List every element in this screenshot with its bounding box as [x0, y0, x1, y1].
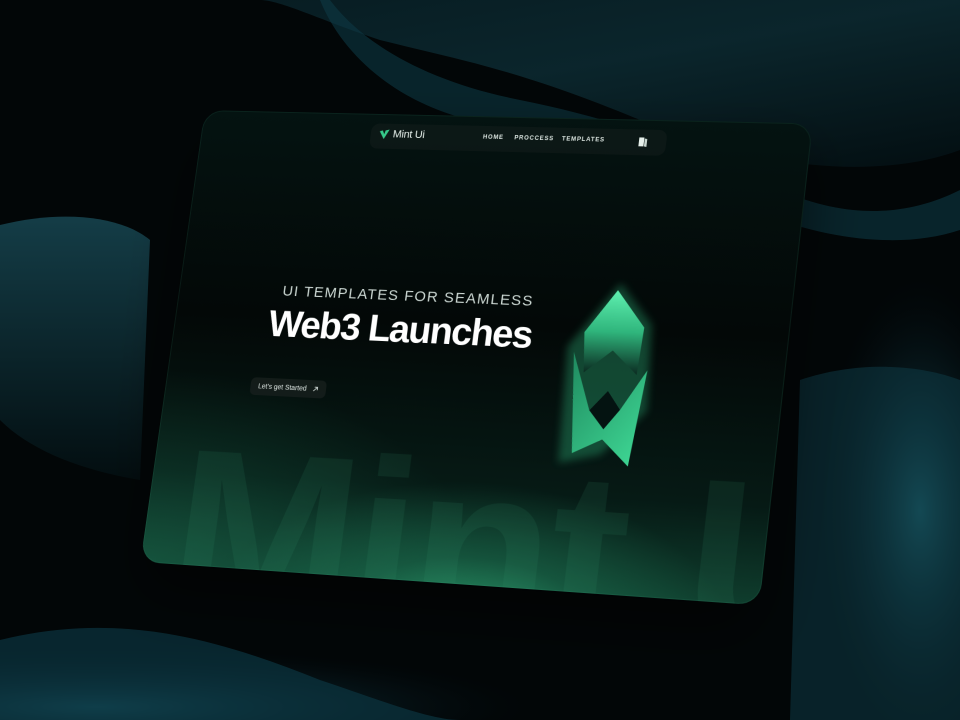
nav-link-home[interactable]: HOME	[483, 135, 505, 141]
brand-logo[interactable]: Mint Ui	[378, 128, 426, 142]
book-icon[interactable]	[637, 136, 648, 147]
mint-emblem-icon	[553, 281, 662, 468]
top-navigation-bar: Mint Ui HOME PROCCESS TEMPLATES	[368, 123, 668, 156]
get-started-button[interactable]: Let's get Started	[249, 377, 327, 399]
arrow-up-right-icon	[312, 386, 319, 392]
brand-name: Mint Ui	[392, 128, 426, 142]
website-mockup: Mint Ui Mint Ui HOME PROCCESS TEMPLATES …	[140, 110, 813, 606]
nav-link-proccess[interactable]: PROCCESS	[514, 135, 554, 142]
mint-leaf-icon	[378, 129, 390, 140]
hero-headline: Web3 Launches	[265, 303, 535, 357]
nav-link-templates[interactable]: TEMPLATES	[561, 137, 605, 144]
get-started-label: Let's get Started	[257, 382, 308, 393]
presentation-stage: Mint Ui Mint Ui HOME PROCCESS TEMPLATES …	[0, 0, 960, 720]
